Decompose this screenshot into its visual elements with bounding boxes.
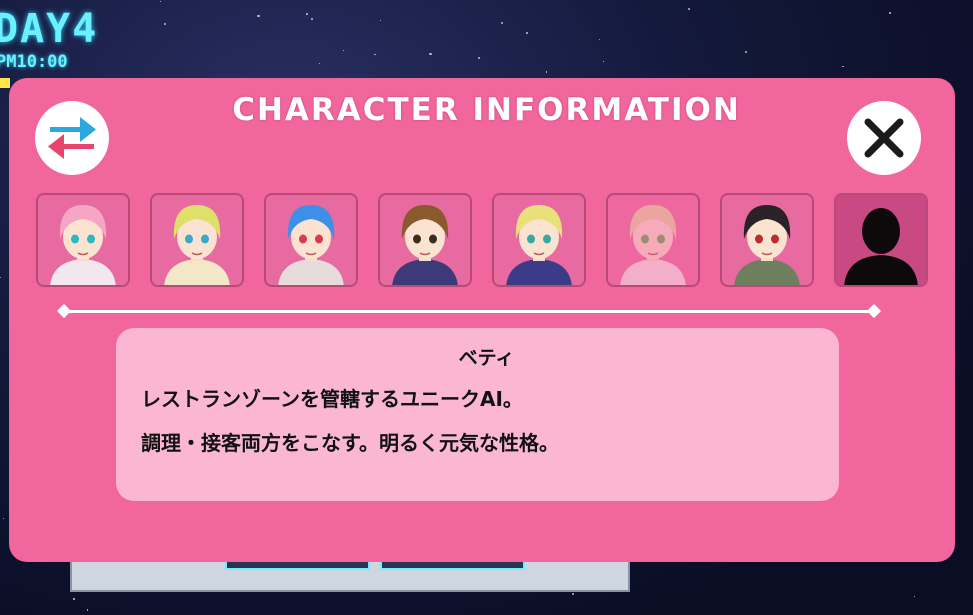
close-button[interactable]	[847, 101, 921, 175]
star	[160, 0, 161, 2]
swap-arrows-icon	[48, 117, 96, 159]
character-portrait-pink-hair-girl[interactable]	[36, 193, 130, 287]
character-portrait-blonde-braid-girl[interactable]	[492, 193, 586, 287]
star	[888, 11, 891, 14]
star	[73, 598, 75, 600]
character-portrait-blonde-boy-faded[interactable]	[606, 193, 700, 287]
star	[257, 15, 260, 18]
character-description-line-2: 調理・接客両方をこなす。明るく元気な性格。	[141, 431, 559, 455]
close-x-icon	[864, 118, 904, 158]
day-counter: DAY4	[0, 6, 99, 52]
star	[306, 13, 309, 15]
character-portrait-locked-silhouette[interactable]	[834, 193, 928, 287]
blonde-green-hair-girl-icon	[152, 195, 242, 285]
blonde-boy-faded-icon	[608, 195, 698, 285]
star	[87, 609, 89, 611]
star	[373, 53, 376, 56]
character-name: ベティ	[458, 347, 515, 369]
character-portrait-black-bob-girl[interactable]	[720, 193, 814, 287]
character-portrait-blue-hair-girl[interactable]	[264, 193, 358, 287]
black-bob-girl-icon	[722, 195, 812, 285]
character-portrait-blonde-green-hair-girl[interactable]	[150, 193, 244, 287]
brown-hair-boy-icon	[380, 195, 470, 285]
star	[545, 71, 548, 73]
locked-silhouette-icon	[836, 195, 926, 285]
blonde-braid-girl-icon	[494, 195, 584, 285]
star	[164, 23, 167, 26]
star	[311, 17, 314, 20]
star	[500, 21, 504, 25]
star	[0, 277, 2, 279]
divider-line	[64, 310, 874, 313]
star	[343, 50, 344, 51]
star	[913, 596, 915, 598]
blue-hair-girl-icon	[266, 195, 356, 285]
star	[379, 19, 381, 21]
star	[319, 62, 321, 64]
star	[842, 65, 844, 68]
pink-hair-girl-icon	[38, 195, 128, 285]
star	[572, 593, 575, 596]
star	[429, 53, 432, 56]
hud-marker	[0, 78, 10, 88]
star	[525, 32, 528, 35]
character-portrait-brown-hair-boy[interactable]	[378, 193, 472, 287]
character-description-line-1: レストランゾーンを管轄するユニークAI。	[141, 387, 523, 411]
time-display: PM10:00	[0, 52, 68, 72]
star	[2, 517, 4, 519]
star	[602, 61, 604, 62]
dialog-title: CHARACTER INFORMATION	[232, 92, 741, 128]
star	[478, 57, 480, 60]
swap-button[interactable]	[35, 101, 109, 175]
star	[598, 38, 601, 40]
star	[688, 8, 691, 11]
star	[745, 51, 748, 54]
